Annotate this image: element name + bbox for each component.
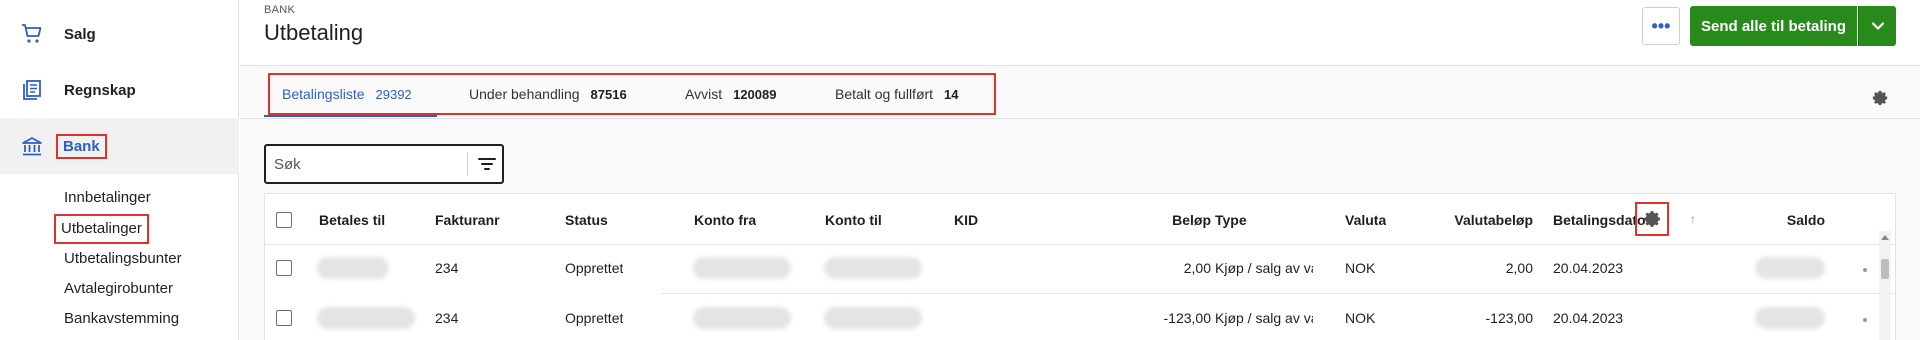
sidebar-subitem-utbetalingsbunter[interactable]: Utbetalingsbunter bbox=[64, 248, 182, 270]
send-all-button[interactable]: Send alle til betaling bbox=[1690, 6, 1857, 46]
tab-label: Betalt og fullført bbox=[835, 86, 934, 102]
tab-label: Avvist bbox=[685, 86, 723, 102]
chevron-down-icon bbox=[1871, 22, 1884, 30]
more-options-button[interactable]: ••• bbox=[1642, 7, 1680, 45]
table-scrollbar[interactable] bbox=[1879, 231, 1891, 340]
row-menu-dot[interactable] bbox=[1863, 268, 1867, 272]
tab-avvist[interactable]: Avvist 120089 bbox=[685, 77, 776, 111]
cell-belop: 2,00 bbox=[1183, 260, 1211, 276]
cell-betalingsdato: 20.04.2023 bbox=[1553, 260, 1624, 276]
column-settings-button[interactable] bbox=[1635, 202, 1669, 236]
cell-valuta: NOK bbox=[1345, 310, 1376, 326]
column-header-kid[interactable]: KID bbox=[954, 212, 978, 228]
cell-status: Opprettet bbox=[565, 310, 624, 326]
sidebar-item-label: Salg bbox=[64, 25, 96, 43]
send-options-dropdown[interactable] bbox=[1858, 6, 1896, 46]
gear-icon[interactable] bbox=[1870, 88, 1890, 108]
search-box bbox=[264, 144, 504, 184]
cell-fakturanr: 234 bbox=[435, 260, 459, 276]
column-header-fakturanr[interactable]: Fakturanr bbox=[435, 212, 500, 228]
tab-count: 29392 bbox=[375, 86, 412, 102]
redacted-account-from bbox=[693, 307, 791, 329]
select-all-checkbox[interactable] bbox=[276, 212, 292, 228]
sidebar-item-salg[interactable]: Salg bbox=[0, 6, 239, 62]
column-header-valuta[interactable]: Valuta bbox=[1345, 212, 1386, 228]
sidebar-item-regnskap[interactable]: Regnskap bbox=[0, 62, 239, 118]
cell-valutabelop: 2,00 bbox=[1505, 260, 1533, 276]
redacted-account-to bbox=[824, 307, 922, 329]
page-title: Utbetaling bbox=[264, 20, 364, 45]
sidebar-subitem-avtalegirobunter[interactable]: Avtalegirobunter bbox=[64, 278, 173, 300]
cell-fakturanr: 234 bbox=[435, 310, 459, 326]
redacted-recipient bbox=[317, 257, 389, 279]
column-header-konto-fra[interactable]: Konto fra bbox=[694, 212, 756, 228]
cell-valuta: NOK bbox=[1345, 260, 1376, 276]
redacted-saldo bbox=[1755, 307, 1825, 329]
row-checkbox[interactable] bbox=[276, 260, 292, 276]
cell-valutabelop: -123,00 bbox=[1485, 310, 1533, 326]
cart-icon bbox=[22, 24, 42, 43]
scroll-up-arrow-icon[interactable] bbox=[1881, 235, 1889, 240]
tab-under-behandling[interactable]: Under behandling 87516 bbox=[469, 77, 627, 111]
redacted-recipient bbox=[317, 307, 415, 329]
sidebar-item-bank[interactable]: Bank bbox=[0, 118, 239, 174]
sort-arrow-icon[interactable]: ↑ bbox=[1690, 212, 1696, 226]
cell-betalingsdato: 20.04.2023 bbox=[1553, 310, 1624, 326]
row-divider bbox=[661, 293, 1897, 294]
active-tab-indicator bbox=[264, 115, 437, 117]
header-divider bbox=[265, 244, 1897, 245]
redacted-account-from bbox=[693, 257, 791, 279]
sidebar-subitem-utbetalinger[interactable]: Utbetalinger bbox=[54, 214, 149, 244]
redacted-saldo bbox=[1755, 257, 1825, 279]
tab-label: Betalingsliste bbox=[282, 86, 365, 102]
search-input[interactable] bbox=[274, 146, 459, 182]
sidebar-item-label: Regnskap bbox=[64, 81, 136, 99]
column-header-konto-til[interactable]: Konto til bbox=[825, 212, 882, 228]
gear-icon bbox=[1644, 211, 1660, 227]
bank-icon bbox=[22, 137, 42, 156]
column-header-type[interactable]: Type bbox=[1215, 212, 1247, 228]
tab-count: 120089 bbox=[733, 86, 777, 102]
tab-group: Betalingsliste 29392 Under behandling 87… bbox=[268, 73, 996, 115]
scrollbar-thumb[interactable] bbox=[1881, 259, 1889, 279]
page-header: BANK Utbetaling ••• Send alle til betali… bbox=[240, 0, 1920, 66]
ledger-icon bbox=[23, 80, 41, 100]
tab-count: 87516 bbox=[590, 86, 627, 102]
main-content: BANK Utbetaling ••• Send alle til betali… bbox=[240, 0, 1920, 340]
filter-icon[interactable] bbox=[476, 153, 498, 175]
tab-label: Under behandling bbox=[469, 86, 580, 102]
cell-belop: -123,00 bbox=[1163, 310, 1211, 326]
breadcrumb[interactable]: BANK bbox=[264, 4, 295, 16]
column-header-saldo[interactable]: Saldo bbox=[1765, 212, 1825, 228]
cell-status: Opprettet bbox=[565, 260, 624, 276]
column-header-belop[interactable]: Beløp bbox=[1125, 212, 1211, 228]
column-header-valutabelop[interactable]: Valutabeløp bbox=[1435, 212, 1533, 228]
tab-betalingsliste[interactable]: Betalingsliste 29392 bbox=[282, 77, 412, 111]
tab-betalt-og-fullfort[interactable]: Betalt og fullført 14 bbox=[835, 77, 959, 111]
tab-count: 14 bbox=[944, 86, 959, 102]
column-header-betalingsdato[interactable]: Betalingsdato bbox=[1553, 212, 1646, 228]
row-checkbox[interactable] bbox=[276, 310, 292, 326]
column-header-betales-til[interactable]: Betales til bbox=[319, 212, 385, 228]
redacted-account-to bbox=[824, 257, 922, 279]
cell-type: Kjøp / salg av va bbox=[1215, 310, 1313, 326]
payments-table: Betales til Fakturanr Status Konto fra K… bbox=[264, 193, 1897, 340]
sidebar: Salg Regnskap Bank Innbetalinger Utbetal… bbox=[0, 0, 239, 340]
tab-bar: Betalingsliste 29392 Under behandling 87… bbox=[240, 67, 1920, 119]
column-header-status[interactable]: Status bbox=[565, 212, 608, 228]
search-divider bbox=[467, 152, 468, 176]
row-menu-dot[interactable] bbox=[1863, 318, 1867, 322]
sidebar-item-label: Bank bbox=[56, 133, 107, 159]
sidebar-subitem-bankavstemming[interactable]: Bankavstemming bbox=[64, 308, 179, 330]
sidebar-subitem-innbetalinger[interactable]: Innbetalinger bbox=[64, 187, 151, 209]
cell-type: Kjøp / salg av va bbox=[1215, 260, 1313, 276]
